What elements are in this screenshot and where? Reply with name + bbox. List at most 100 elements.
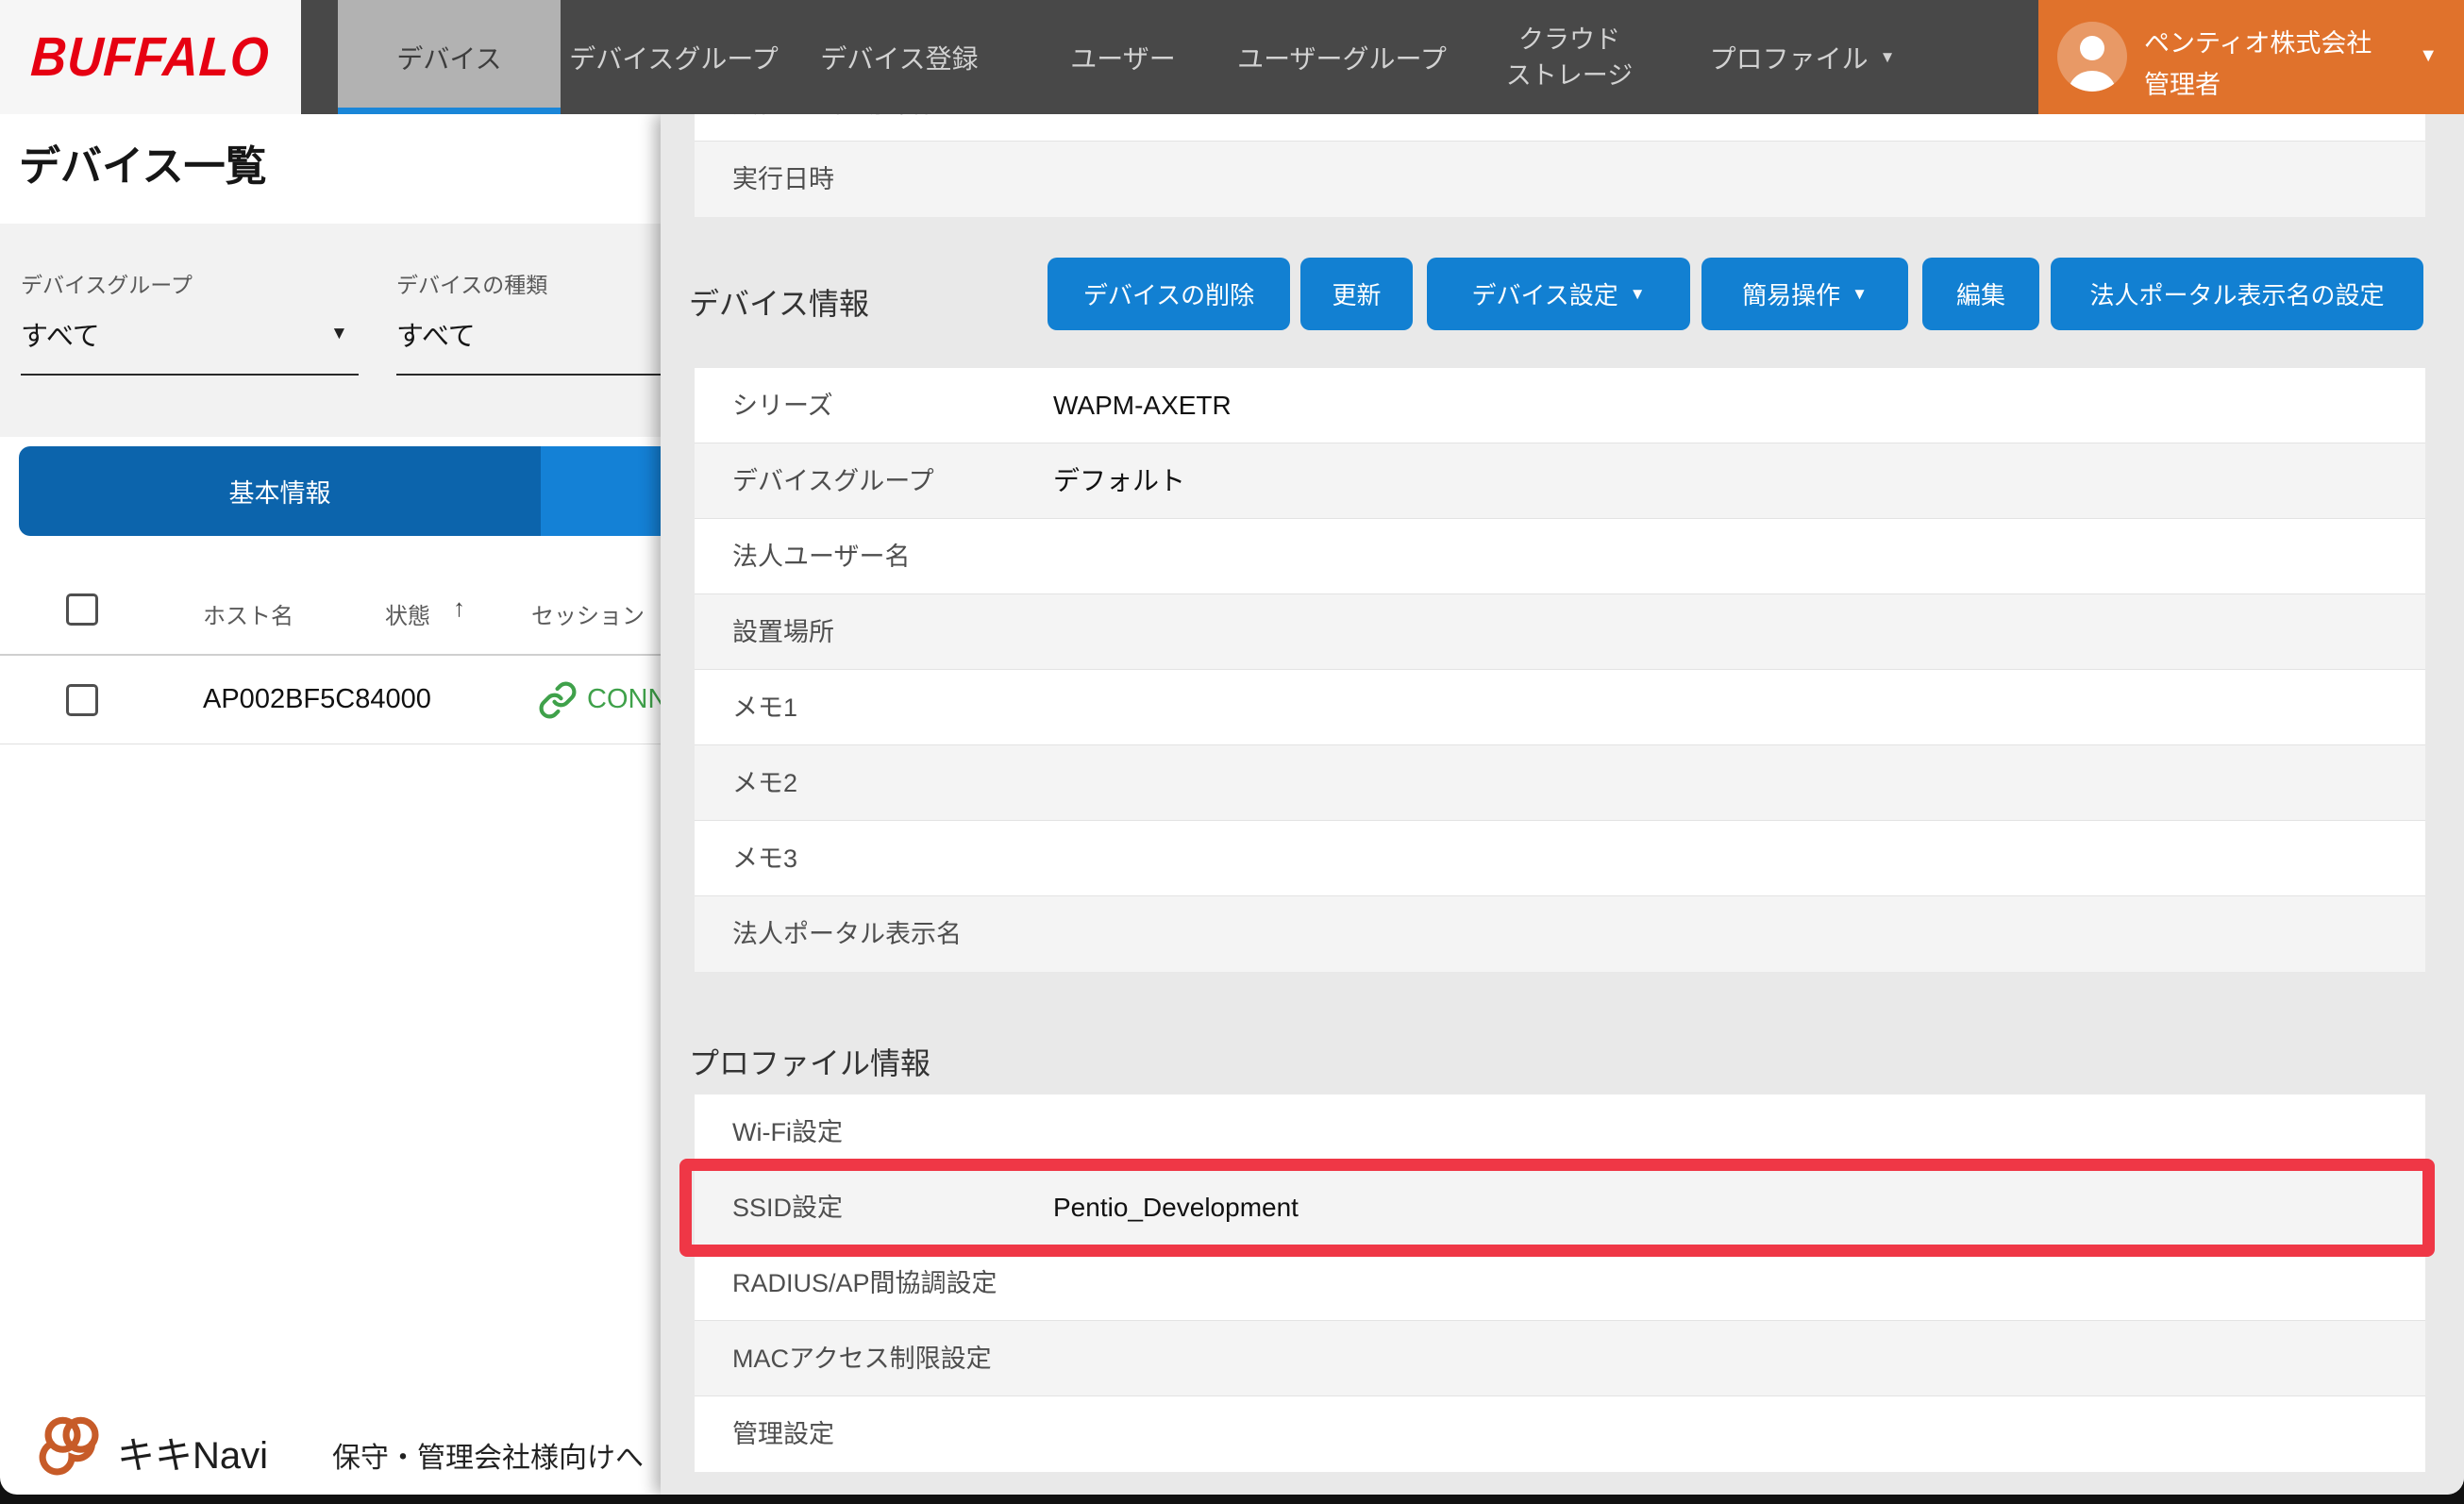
tab-device-registration[interactable]: デバイス登録	[802, 0, 997, 114]
chevron-down-icon: ▼	[1880, 48, 1896, 67]
header-session[interactable]: セッション	[531, 597, 645, 630]
button-label: 簡易操作	[1742, 276, 1840, 311]
row-label: デバイスグループ	[732, 443, 934, 519]
row-label: 実行する簡易操作	[732, 114, 936, 142]
select-underline	[21, 374, 359, 376]
tab-devices[interactable]: デバイス	[338, 0, 561, 114]
tab-users[interactable]: ユーザー	[1027, 0, 1219, 114]
row-label: 法人ポータル表示名	[732, 896, 962, 972]
table-row: シリーズ WAPM-AXETR	[695, 368, 2425, 443]
tab-basic-info[interactable]: 基本情報	[19, 446, 541, 536]
tab-label: ユーザーグループ	[1237, 39, 1447, 76]
avatar	[2057, 22, 2127, 92]
delete-device-button[interactable]: デバイスの削除	[1048, 258, 1290, 330]
table-row: 設置場所	[695, 594, 2425, 670]
button-label: デバイス設定	[1471, 276, 1618, 311]
tab-label: ユーザー	[1070, 39, 1175, 76]
tab-label: クラウドストレージ	[1506, 22, 1633, 93]
row-label: SSID設定	[732, 1170, 843, 1245]
table-row: RADIUS/AP間協調設定	[695, 1245, 2425, 1321]
table-row: デバイスグループ デフォルト	[695, 443, 2425, 519]
row-label: 実行日時	[732, 142, 834, 217]
tab-basic-info-label: 基本情報	[229, 473, 331, 510]
select-all-checkbox[interactable]	[66, 593, 98, 626]
hostname-cell[interactable]: AP002BF5C84000	[203, 684, 431, 715]
simple-operation-button[interactable]: 簡易操作 ▼	[1701, 258, 1908, 330]
row-label: Wi-Fi設定	[732, 1095, 843, 1170]
chevron-down-icon: ▼	[1852, 285, 1868, 304]
table-row: メモ2	[695, 745, 2425, 821]
row-label: 管理設定	[732, 1396, 834, 1472]
kikinavi-brand: キキNavi	[117, 1425, 268, 1479]
table-row: 実行日時	[695, 142, 2425, 217]
tab-label: デバイス登録	[820, 39, 978, 76]
button-label: 更新	[1332, 276, 1381, 311]
tab-device-groups[interactable]: デバイスグループ	[564, 0, 783, 114]
buffalo-logo-text: BUFFALO	[29, 25, 272, 89]
row-label: シリーズ	[732, 368, 833, 443]
portal-display-name-button[interactable]: 法人ポータル表示名の設定	[2051, 258, 2423, 330]
tab-label: プロファイル	[1710, 39, 1869, 76]
device-info-title: デバイス情報	[689, 280, 869, 324]
table-row: メモ1	[695, 670, 2425, 745]
row-label: 法人ユーザー名	[732, 519, 910, 594]
buffalo-logo: BUFFALO	[0, 0, 301, 114]
tab-label: デバイス	[396, 39, 501, 76]
row-label: メモ3	[732, 821, 797, 896]
row-label: メモ2	[732, 745, 797, 821]
kikinavi-logo-icon	[36, 1410, 108, 1480]
ssid-setting-row: SSID設定 Pentio_Development	[695, 1170, 2425, 1245]
device-detail-drawer: 実行する簡易操作 実行日時 デバイス情報 デバイスの削除 更新 デバイス設定 ▼	[661, 114, 2464, 1495]
edit-button[interactable]: 編集	[1922, 258, 2039, 330]
account-company: ペンティオ株式会社	[2144, 23, 2372, 59]
row-value: Pentio_Development	[1053, 1170, 1299, 1245]
header-hostname[interactable]: ホスト名	[203, 597, 293, 630]
row-label: RADIUS/AP間協調設定	[732, 1245, 997, 1321]
profile-info-title: プロファイル情報	[689, 1040, 930, 1083]
browser-page: デバイス一覧 デバイスグループ すべて ▼ デバイスの種類 すべて 基本情報 ホ…	[0, 0, 2464, 1495]
top-navbar: BUFFALO デバイス デバイスグループ デバイス登録 ユーザー ユーザーグル…	[0, 0, 2464, 114]
tab-cloud-storage[interactable]: クラウドストレージ	[1468, 0, 1670, 114]
device-group-filter-select[interactable]: すべて	[21, 314, 100, 354]
table-row: 法人ユーザー名	[695, 519, 2425, 594]
row-checkbox[interactable]	[66, 684, 98, 716]
table-row: MACアクセス制限設定	[695, 1321, 2425, 1396]
row-label: メモ1	[732, 670, 797, 745]
device-info-table: シリーズ WAPM-AXETR デバイスグループ デフォルト 法人ユーザー名 設…	[695, 368, 2425, 972]
link-icon	[538, 680, 578, 725]
app-window: デバイス一覧 デバイスグループ すべて ▼ デバイスの種類 すべて 基本情報 ホ…	[0, 0, 2464, 1504]
header-status[interactable]: 状態	[385, 597, 430, 630]
chevron-down-icon: ▼	[2419, 45, 2438, 67]
row-value: WAPM-AXETR	[1053, 368, 1232, 443]
active-tab-underline	[338, 108, 561, 114]
tab-user-groups[interactable]: ユーザーグループ	[1234, 0, 1450, 114]
button-label: デバイスの削除	[1083, 276, 1254, 311]
maintenance-company-link[interactable]: 保守・管理会社様向けへ	[332, 1434, 644, 1476]
table-row: 管理設定	[695, 1396, 2425, 1472]
row-label: MACアクセス制限設定	[732, 1321, 992, 1396]
device-settings-button[interactable]: デバイス設定 ▼	[1427, 258, 1690, 330]
sort-asc-icon[interactable]: ↑	[453, 593, 465, 623]
button-label: 編集	[1956, 276, 2005, 311]
table-row: Wi-Fi設定	[695, 1095, 2425, 1170]
row-value: デフォルト	[1053, 443, 1185, 519]
device-type-filter-label: デバイスの種類	[396, 267, 547, 299]
schedule-table: 実行する簡易操作 実行日時	[695, 114, 2425, 217]
chevron-down-icon[interactable]: ▼	[330, 324, 348, 344]
refresh-button[interactable]: 更新	[1300, 258, 1413, 330]
tab-label: デバイスグループ	[569, 39, 778, 76]
session-link[interactable]: CONN	[587, 684, 667, 715]
profile-info-table: Wi-Fi設定 SSID設定 Pentio_Development RADIUS…	[695, 1095, 2425, 1472]
device-group-filter-label: デバイスグループ	[21, 267, 193, 299]
account-role: 管理者	[2144, 64, 2221, 101]
page-title: デバイス一覧	[19, 132, 267, 192]
button-label: 法人ポータル表示名の設定	[2089, 276, 2384, 311]
table-row: 法人ポータル表示名	[695, 896, 2425, 972]
account-menu[interactable]: ペンティオ株式会社 管理者 ▼	[2038, 0, 2464, 114]
chevron-down-icon: ▼	[1630, 285, 1646, 304]
row-label: 設置場所	[732, 594, 834, 670]
table-row: メモ3	[695, 821, 2425, 896]
device-type-filter-select[interactable]: すべて	[396, 314, 476, 354]
tab-profiles[interactable]: プロファイル ▼	[1697, 0, 1908, 114]
table-row: 実行する簡易操作	[695, 114, 2425, 142]
